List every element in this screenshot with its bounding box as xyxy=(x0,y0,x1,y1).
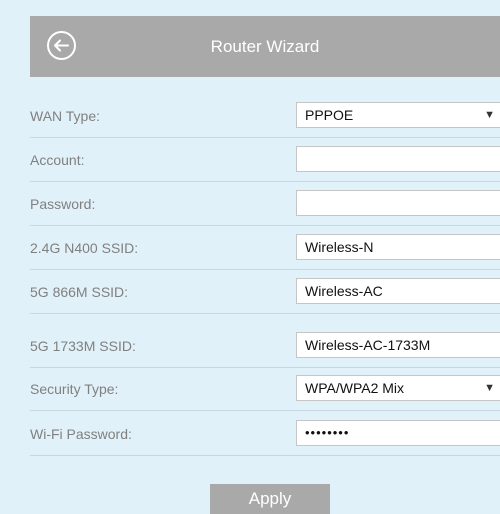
wan-type-label: WAN Type: xyxy=(30,108,101,124)
wifi-password-value: •••••••• xyxy=(305,425,350,440)
security-type-row: Security Type: WPA/WPA2 Mix ▼ xyxy=(30,367,500,411)
wizard-header: Router Wizard xyxy=(30,16,500,77)
password-row: Password: xyxy=(30,182,500,226)
ssid-5g-1733-input[interactable] xyxy=(296,332,500,358)
wan-type-select[interactable]: PPPOE ▼ xyxy=(296,102,500,128)
wifi-password-input[interactable]: •••••••• xyxy=(296,420,500,446)
ssid-24g-input[interactable] xyxy=(296,234,500,260)
security-type-value: WPA/WPA2 Mix xyxy=(305,380,405,396)
security-type-label: Security Type: xyxy=(30,381,119,397)
apply-button[interactable]: Apply xyxy=(210,484,330,514)
wifi-password-label: Wi-Fi Password: xyxy=(30,426,132,442)
account-label: Account: xyxy=(30,152,85,168)
wan-type-value: PPPOE xyxy=(305,107,354,123)
wan-type-row: WAN Type: PPPOE ▼ xyxy=(30,94,500,138)
account-row: Account: xyxy=(30,138,500,182)
account-input[interactable] xyxy=(296,146,500,172)
page-title: Router Wizard xyxy=(210,37,320,56)
ssid-5g-866-input[interactable] xyxy=(296,278,500,304)
ssid-5g-866-row: 5G 866M SSID: xyxy=(30,270,500,314)
ssid-24g-label: 2.4G N400 SSID: xyxy=(30,240,139,256)
security-type-select[interactable]: WPA/WPA2 Mix ▼ xyxy=(296,375,500,401)
password-label: Password: xyxy=(30,196,96,212)
ssid-5g-1733-row: 5G 1733M SSID: xyxy=(30,324,500,368)
ssid-5g-1733-label: 5G 1733M SSID: xyxy=(30,338,136,354)
dropdown-arrow-icon: ▼ xyxy=(484,109,495,121)
dropdown-arrow-icon: ▼ xyxy=(484,382,495,394)
ssid-24g-row: 2.4G N400 SSID: xyxy=(30,226,500,270)
wifi-password-row: Wi-Fi Password: •••••••• xyxy=(30,412,500,456)
password-input[interactable] xyxy=(296,190,500,216)
ssid-5g-866-label: 5G 866M SSID: xyxy=(30,284,129,300)
